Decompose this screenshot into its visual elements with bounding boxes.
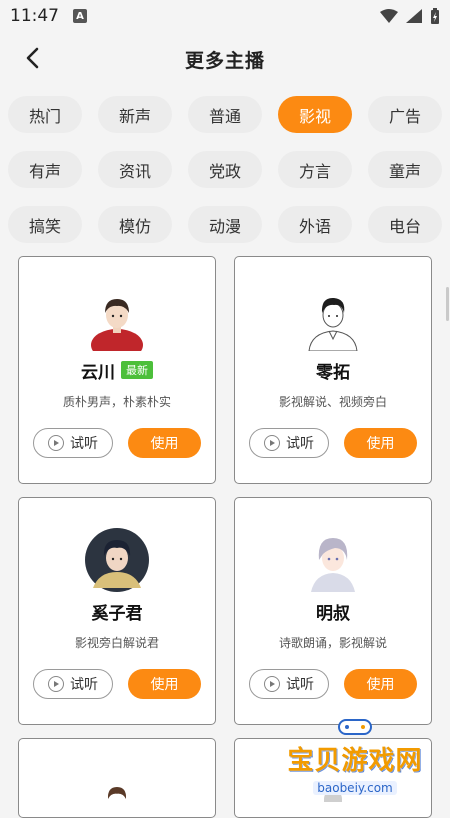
use-button[interactable]: 使用: [128, 428, 201, 458]
voice-card[interactable]: 零拓 影视解说、视频旁白 试听 使用: [234, 256, 432, 484]
tag-politics[interactable]: 党政: [188, 151, 262, 188]
use-button[interactable]: 使用: [344, 428, 417, 458]
avatar: [311, 538, 355, 592]
battery-icon: [431, 8, 439, 24]
tag-hot[interactable]: 热门: [8, 96, 82, 133]
watermark-logo: 宝贝游戏网 baobeiy.com: [275, 716, 435, 800]
tag-ads[interactable]: 广告: [368, 96, 442, 133]
tag-film[interactable]: 影视: [278, 96, 352, 133]
back-button[interactable]: [18, 44, 46, 72]
avatar: [91, 299, 143, 351]
status-bar: 11:47 A: [0, 0, 450, 32]
tag-child-voice[interactable]: 童声: [368, 151, 442, 188]
voice-card[interactable]: 云川 最新 质朴男声，朴素朴实 试听 使用: [18, 256, 216, 484]
tag-news[interactable]: 资讯: [98, 151, 172, 188]
play-icon: [264, 676, 280, 692]
try-listen-button[interactable]: 试听: [33, 428, 113, 458]
tag-foreign[interactable]: 外语: [278, 206, 352, 243]
category-tags: 热门 新声 普通 影视 广告 有声 资讯 党政 方言 童声 搞笑 模仿 动漫 外…: [8, 96, 442, 243]
try-listen-button[interactable]: 试听: [249, 428, 329, 458]
voice-description: 质朴男声，朴素朴实: [62, 395, 171, 409]
voice-name: 云川: [81, 362, 115, 383]
avatar: [85, 528, 149, 592]
tag-dialect[interactable]: 方言: [278, 151, 352, 188]
tag-funny[interactable]: 搞笑: [8, 206, 82, 243]
avatar: [107, 787, 127, 799]
tag-audio[interactable]: 有声: [8, 151, 82, 188]
try-listen-button[interactable]: 试听: [249, 669, 329, 699]
voice-card[interactable]: [18, 738, 216, 818]
status-time: 11:47: [10, 6, 59, 26]
new-badge: 最新: [121, 361, 153, 379]
use-button[interactable]: 使用: [128, 669, 201, 699]
voice-description: 诗歌朗诵，影视解说: [278, 636, 387, 650]
watermark-url: baobeiy.com: [313, 781, 397, 795]
try-listen-label: 试听: [70, 677, 98, 693]
try-listen-label: 试听: [70, 436, 98, 452]
signal-icon: [406, 9, 422, 23]
chevron-left-icon: [26, 47, 39, 69]
play-icon: [48, 435, 64, 451]
voice-card[interactable]: 明叔 诗歌朗诵，影视解说 试听 使用: [234, 497, 432, 725]
header: 更多主播: [0, 36, 450, 82]
notification-a-icon: A: [73, 9, 87, 23]
voice-name: 零拓: [316, 362, 350, 383]
tag-anime[interactable]: 动漫: [188, 206, 262, 243]
try-listen-button[interactable]: 试听: [33, 669, 113, 699]
try-listen-label: 试听: [286, 436, 314, 452]
voice-description: 影视旁白解说君: [74, 636, 159, 650]
scrollbar[interactable]: [446, 287, 449, 321]
voice-name: 奚子君: [91, 603, 143, 624]
try-listen-label: 试听: [286, 677, 314, 693]
watermark-text: 宝贝游戏网: [287, 746, 423, 776]
wifi-icon: [380, 9, 398, 23]
gamepad-icon: [338, 719, 372, 735]
voice-card[interactable]: 奚子君 影视旁白解说君 试听 使用: [18, 497, 216, 725]
avatar: [308, 297, 358, 351]
voice-description: 影视解说、视频旁白: [278, 395, 387, 409]
tag-normal[interactable]: 普通: [188, 96, 262, 133]
tag-new-voice[interactable]: 新声: [98, 96, 172, 133]
tag-imitation[interactable]: 模仿: [98, 206, 172, 243]
play-icon: [264, 435, 280, 451]
page-title: 更多主播: [184, 49, 265, 72]
use-button[interactable]: 使用: [344, 669, 417, 699]
tag-radio[interactable]: 电台: [368, 206, 442, 243]
play-icon: [48, 676, 64, 692]
voice-name: 明叔: [316, 603, 350, 624]
